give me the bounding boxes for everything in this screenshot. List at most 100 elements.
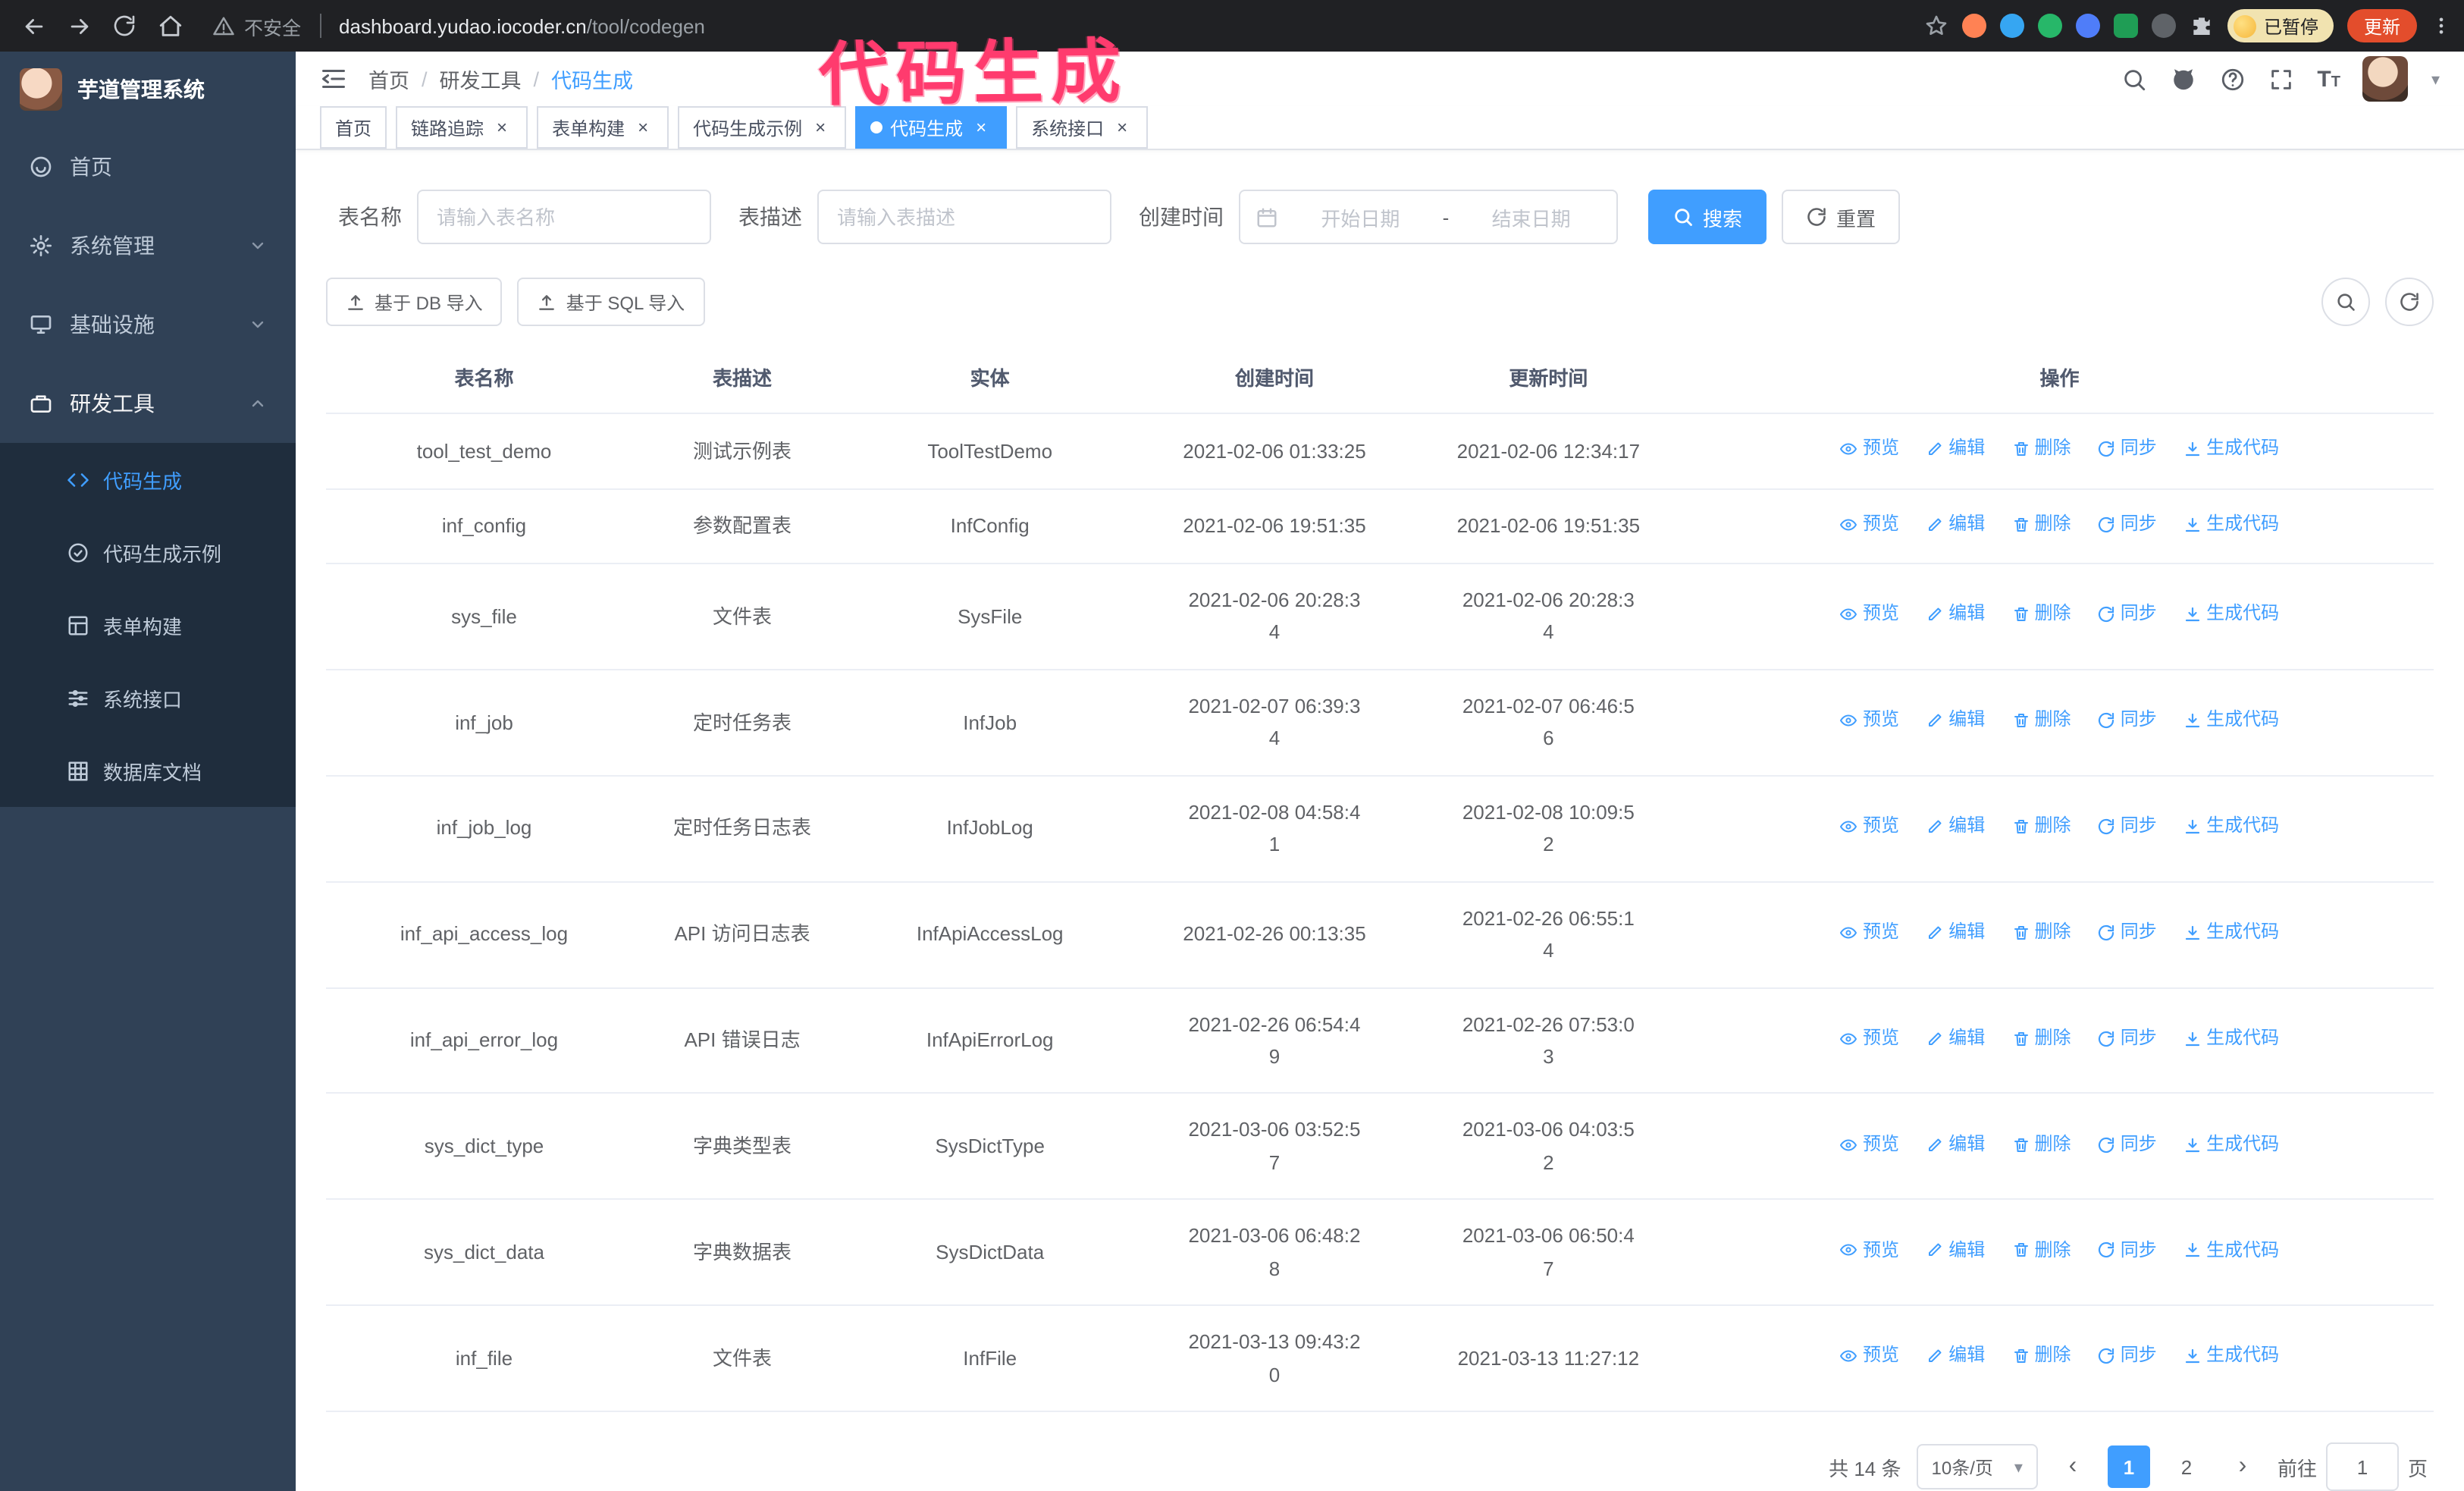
sync-link[interactable]: 同步 bbox=[2098, 435, 2157, 465]
kebab-menu-icon[interactable] bbox=[2431, 14, 2452, 38]
delete-link[interactable]: 删除 bbox=[2012, 1235, 2071, 1266]
user-avatar[interactable] bbox=[2362, 56, 2409, 102]
sidebar-collapse-button[interactable] bbox=[320, 65, 347, 93]
generate-code-link[interactable]: 生成代码 bbox=[2183, 1235, 2279, 1266]
tab-codegen-example[interactable]: 代码生成示例 × bbox=[678, 106, 847, 149]
generate-code-link[interactable]: 生成代码 bbox=[2183, 509, 2279, 539]
preview-link[interactable]: 预览 bbox=[1840, 1342, 1899, 1372]
back-button[interactable] bbox=[12, 5, 55, 47]
goto-page-input[interactable] bbox=[2325, 1442, 2399, 1491]
generate-code-link[interactable]: 生成代码 bbox=[2183, 1129, 2279, 1160]
preview-link[interactable]: 预览 bbox=[1840, 435, 1899, 465]
preview-link[interactable]: 预览 bbox=[1840, 811, 1899, 842]
delete-link[interactable]: 删除 bbox=[2012, 600, 2071, 630]
preview-link[interactable]: 预览 bbox=[1840, 705, 1899, 736]
sync-link[interactable]: 同步 bbox=[2098, 1129, 2157, 1160]
preview-link[interactable]: 预览 bbox=[1840, 1129, 1899, 1160]
github-icon[interactable] bbox=[2170, 65, 2197, 93]
search-button[interactable]: 搜索 bbox=[1648, 190, 1767, 245]
preview-link[interactable]: 预览 bbox=[1840, 1024, 1899, 1054]
address-bar[interactable]: dashboard.yudao.iocoder.cn/tool/codegen bbox=[339, 14, 705, 37]
delete-link[interactable]: 删除 bbox=[2012, 509, 2071, 539]
edit-link[interactable]: 编辑 bbox=[1926, 1024, 1985, 1054]
font-size-icon[interactable] bbox=[2317, 67, 2340, 90]
close-icon[interactable]: × bbox=[810, 118, 831, 139]
sidebar-item-codegen[interactable]: 代码生成 bbox=[0, 443, 296, 516]
generate-code-link[interactable]: 生成代码 bbox=[2183, 1342, 2279, 1372]
sync-link[interactable]: 同步 bbox=[2098, 600, 2157, 630]
sidebar-item-system[interactable]: 系统管理 bbox=[0, 206, 296, 285]
generate-code-link[interactable]: 生成代码 bbox=[2183, 1024, 2279, 1054]
preview-link[interactable]: 预览 bbox=[1840, 509, 1899, 539]
import-db-button[interactable]: 基于 DB 导入 bbox=[326, 278, 503, 327]
preview-link[interactable]: 预览 bbox=[1840, 600, 1899, 630]
extension-icon-6[interactable] bbox=[2151, 14, 2176, 38]
breadcrumb-devtools[interactable]: 研发工具 bbox=[440, 64, 522, 94]
date-range-picker[interactable]: 开始日期 - 结束日期 bbox=[1239, 190, 1618, 245]
avatar-caret-icon[interactable]: ▾ bbox=[2431, 69, 2440, 89]
edit-link[interactable]: 编辑 bbox=[1926, 1129, 1985, 1160]
edit-link[interactable]: 编辑 bbox=[1926, 705, 1985, 736]
edit-link[interactable]: 编辑 bbox=[1926, 918, 1985, 948]
help-icon[interactable] bbox=[2220, 66, 2246, 92]
delete-link[interactable]: 删除 bbox=[2012, 705, 2071, 736]
generate-code-link[interactable]: 生成代码 bbox=[2183, 600, 2279, 630]
tab-system-api[interactable]: 系统接口 × bbox=[1016, 106, 1149, 149]
sync-link[interactable]: 同步 bbox=[2098, 1342, 2157, 1372]
generate-code-link[interactable]: 生成代码 bbox=[2183, 435, 2279, 465]
sidebar-item-codegen-example[interactable]: 代码生成示例 bbox=[0, 516, 296, 589]
sidebar-item-infra[interactable]: 基础设施 bbox=[0, 285, 296, 364]
table-desc-input[interactable] bbox=[817, 190, 1111, 245]
edit-link[interactable]: 编辑 bbox=[1926, 1342, 1985, 1372]
update-button[interactable]: 更新 bbox=[2346, 9, 2417, 42]
close-icon[interactable]: × bbox=[970, 118, 992, 139]
sidebar-item-system-api[interactable]: 系统接口 bbox=[0, 661, 296, 734]
delete-link[interactable]: 删除 bbox=[2012, 1342, 2071, 1372]
sync-link[interactable]: 同步 bbox=[2098, 918, 2157, 948]
generate-code-link[interactable]: 生成代码 bbox=[2183, 918, 2279, 948]
sync-link[interactable]: 同步 bbox=[2098, 509, 2157, 539]
edit-link[interactable]: 编辑 bbox=[1926, 435, 1985, 465]
home-button[interactable] bbox=[149, 5, 191, 47]
sidebar-logo[interactable]: 芋道管理系统 bbox=[0, 52, 296, 127]
puzzle-extensions-icon[interactable] bbox=[2190, 14, 2214, 38]
delete-link[interactable]: 删除 bbox=[2012, 811, 2071, 842]
header-search-icon[interactable] bbox=[2121, 66, 2147, 92]
refresh-button[interactable] bbox=[103, 5, 146, 47]
sync-link[interactable]: 同步 bbox=[2098, 1235, 2157, 1266]
close-icon[interactable]: × bbox=[491, 118, 513, 139]
sidebar-item-db-docs[interactable]: 数据库文档 bbox=[0, 734, 296, 807]
bookmark-star-icon[interactable] bbox=[1924, 14, 1948, 38]
sidebar-item-home[interactable]: 首页 bbox=[0, 127, 296, 206]
breadcrumb-home[interactable]: 首页 bbox=[368, 64, 409, 94]
edit-link[interactable]: 编辑 bbox=[1926, 811, 1985, 842]
sidebar-item-devtools[interactable]: 研发工具 bbox=[0, 364, 296, 443]
next-page-button[interactable]: › bbox=[2223, 1445, 2262, 1488]
sync-link[interactable]: 同步 bbox=[2098, 705, 2157, 736]
delete-link[interactable]: 删除 bbox=[2012, 435, 2071, 465]
sidebar-item-form-builder[interactable]: 表单构建 bbox=[0, 589, 296, 661]
extension-icon-2[interactable] bbox=[1999, 14, 2024, 38]
delete-link[interactable]: 删除 bbox=[2012, 1024, 2071, 1054]
extension-icon-3[interactable] bbox=[2037, 14, 2062, 38]
page-button-2[interactable]: 2 bbox=[2165, 1445, 2208, 1488]
import-sql-button[interactable]: 基于 SQL 导入 bbox=[517, 278, 705, 327]
generate-code-link[interactable]: 生成代码 bbox=[2183, 811, 2279, 842]
generate-code-link[interactable]: 生成代码 bbox=[2183, 705, 2279, 736]
tab-tracing[interactable]: 链路追踪 × bbox=[396, 106, 528, 149]
site-security[interactable]: 不安全 bbox=[212, 11, 301, 40]
preview-link[interactable]: 预览 bbox=[1840, 1235, 1899, 1266]
close-icon[interactable]: × bbox=[1111, 118, 1133, 139]
edit-link[interactable]: 编辑 bbox=[1926, 509, 1985, 539]
extension-icon-4[interactable] bbox=[2075, 14, 2100, 38]
forward-button[interactable] bbox=[58, 5, 100, 47]
toggle-search-button[interactable] bbox=[2321, 278, 2370, 327]
profile-paused-chip[interactable]: 已暂停 bbox=[2227, 9, 2334, 42]
delete-link[interactable]: 删除 bbox=[2012, 918, 2071, 948]
close-icon[interactable]: × bbox=[632, 118, 654, 139]
preview-link[interactable]: 预览 bbox=[1840, 918, 1899, 948]
fullscreen-icon[interactable] bbox=[2268, 66, 2294, 92]
tab-home[interactable]: 首页 bbox=[320, 106, 387, 149]
sync-link[interactable]: 同步 bbox=[2098, 811, 2157, 842]
sync-link[interactable]: 同步 bbox=[2098, 1024, 2157, 1054]
